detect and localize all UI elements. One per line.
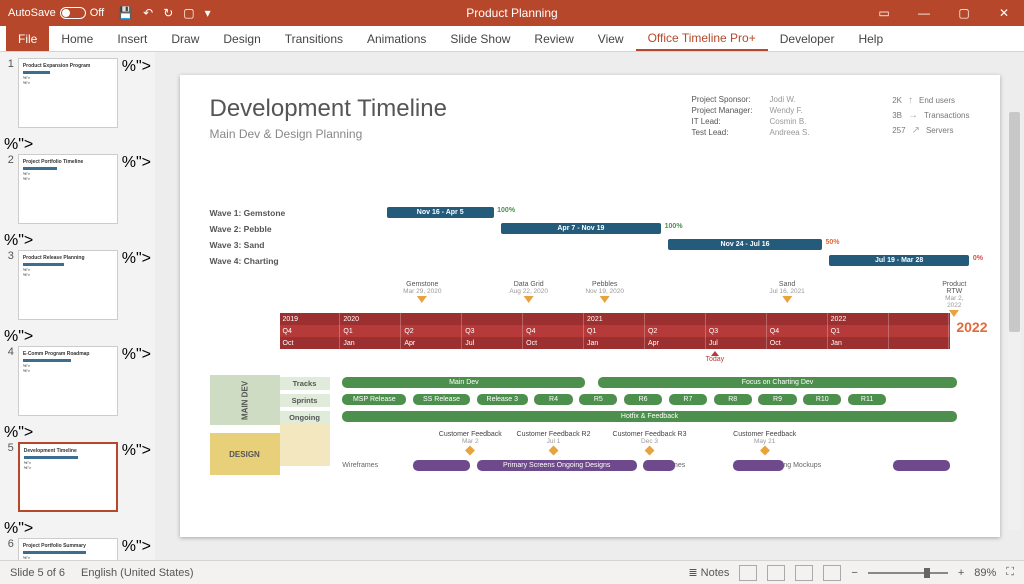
task-pill: R10: [803, 394, 841, 405]
milestone-marker: PebblesNov 19, 2020: [585, 281, 624, 303]
tab-animations[interactable]: Animations: [355, 28, 438, 50]
task-pill: Hotfix & Feedback: [342, 411, 956, 422]
task-pill: R5: [579, 394, 617, 405]
milestone-marker: SandJul 16, 2021: [769, 281, 804, 303]
design-pill: Primary Screens Ongoing Designs: [477, 460, 637, 471]
zoom-in-icon[interactable]: +: [958, 567, 964, 579]
design-pill: [643, 460, 675, 471]
wave-bar: Nov 24 - Jul 16: [668, 239, 822, 250]
close-icon[interactable]: ✕: [984, 0, 1024, 26]
task-pill: R11: [848, 394, 886, 405]
document-title: Product Planning: [466, 6, 557, 20]
zoom-out-icon[interactable]: −: [851, 567, 857, 579]
language[interactable]: English (United States): [81, 567, 194, 579]
tab-design[interactable]: Design: [211, 28, 272, 50]
design-pill: [893, 460, 951, 471]
zoom-slider[interactable]: [868, 572, 948, 574]
tab-office-timeline-pro-[interactable]: Office Timeline Pro+: [636, 27, 768, 51]
slide-title: Development Timeline: [210, 95, 447, 123]
tab-developer[interactable]: Developer: [768, 28, 847, 50]
task-pill: MSP Release: [342, 394, 406, 405]
wave-bar: Apr 7 - Nov 19: [501, 223, 662, 234]
feedback-marker: Customer Feedback R3Dec 3: [613, 431, 687, 456]
swimlane-dev-header: MAIN DEV: [210, 375, 280, 425]
milestone-marker: Product RTWMar 2, 2022: [942, 281, 966, 317]
task-pill: Release 3: [477, 394, 528, 405]
tab-draw[interactable]: Draw: [159, 28, 211, 50]
task-pill: R9: [758, 394, 796, 405]
thumbnail-2[interactable]: Project Portfolio Timeline%">%">: [18, 154, 118, 224]
today-marker: Today: [706, 351, 725, 363]
milestone-marker: GemstoneMar 29, 2020: [403, 281, 441, 303]
fit-window-icon[interactable]: ⛶: [1006, 566, 1014, 579]
slideshow-view-icon[interactable]: [823, 565, 841, 581]
task-pill: SS Release: [413, 394, 471, 405]
task-pill: Main Dev: [342, 377, 585, 388]
qat-more-icon[interactable]: ▾: [205, 6, 211, 20]
task-pill: R7: [669, 394, 707, 405]
design-pill: [733, 460, 784, 471]
thumbnail-1[interactable]: Product Expansion Program%">%">: [18, 58, 118, 128]
zoom-level[interactable]: 89%: [974, 567, 996, 579]
year-callout: 2022: [956, 319, 987, 335]
tab-home[interactable]: Home: [49, 28, 105, 50]
ribbon-options-icon[interactable]: ▭: [864, 0, 904, 26]
minimize-icon[interactable]: —: [904, 0, 944, 26]
notes-button[interactable]: ≣ Notes: [688, 566, 729, 579]
tab-slide-show[interactable]: Slide Show: [438, 28, 522, 50]
sorter-view-icon[interactable]: [767, 565, 785, 581]
feedback-marker: Customer Feedback R2Jul 1: [517, 431, 591, 456]
swimlane-design-header: DESIGN: [210, 433, 280, 475]
thumbnail-4[interactable]: E-Comm Program Roadmap%">%">: [18, 346, 118, 416]
task-pill: R6: [624, 394, 662, 405]
feedback-marker: Customer FeedbackMay 21: [733, 431, 796, 456]
thumbnail-3[interactable]: Product Release Planning%">%">: [18, 250, 118, 320]
task-pill: R8: [714, 394, 752, 405]
reading-view-icon[interactable]: [795, 565, 813, 581]
wave-bar: Nov 16 - Apr 5: [387, 207, 494, 218]
slide-position: Slide 5 of 6: [10, 567, 65, 579]
tab-help[interactable]: Help: [846, 28, 895, 50]
tab-insert[interactable]: Insert: [105, 28, 159, 50]
autosave-toggle[interactable]: [60, 7, 86, 19]
slide-canvas[interactable]: Development Timeline Main Dev & Design P…: [180, 75, 1000, 537]
slide-subtitle: Main Dev & Design Planning: [210, 127, 363, 141]
redo-icon[interactable]: ↻: [163, 6, 173, 20]
tab-transitions[interactable]: Transitions: [273, 28, 355, 50]
maximize-icon[interactable]: ▢: [944, 0, 984, 26]
undo-icon[interactable]: ↶: [143, 6, 153, 20]
feedback-marker: Customer FeedbackMar 2: [439, 431, 502, 456]
vertical-scrollbar[interactable]: [1008, 112, 1021, 530]
milestone-marker: Data GridAug 22, 2020: [509, 281, 548, 303]
save-icon[interactable]: 💾: [118, 6, 133, 20]
autosave-state: Off: [90, 7, 104, 19]
thumbnail-6[interactable]: Project Portfolio Summary%">%">: [18, 538, 118, 560]
normal-view-icon[interactable]: [739, 565, 757, 581]
wave-bar: Jul 19 - Mar 28: [829, 255, 970, 266]
thumbnail-5[interactable]: Development Timeline%">%">: [18, 442, 118, 512]
file-tab[interactable]: File: [6, 26, 49, 51]
tab-review[interactable]: Review: [522, 28, 585, 50]
slideshow-icon[interactable]: ▢: [183, 6, 194, 20]
tab-view[interactable]: View: [586, 28, 636, 50]
task-pill: Focus on Charting Dev: [598, 377, 956, 388]
task-pill: R4: [534, 394, 572, 405]
autosave-label: AutoSave: [8, 7, 56, 19]
design-pill: [413, 460, 471, 471]
